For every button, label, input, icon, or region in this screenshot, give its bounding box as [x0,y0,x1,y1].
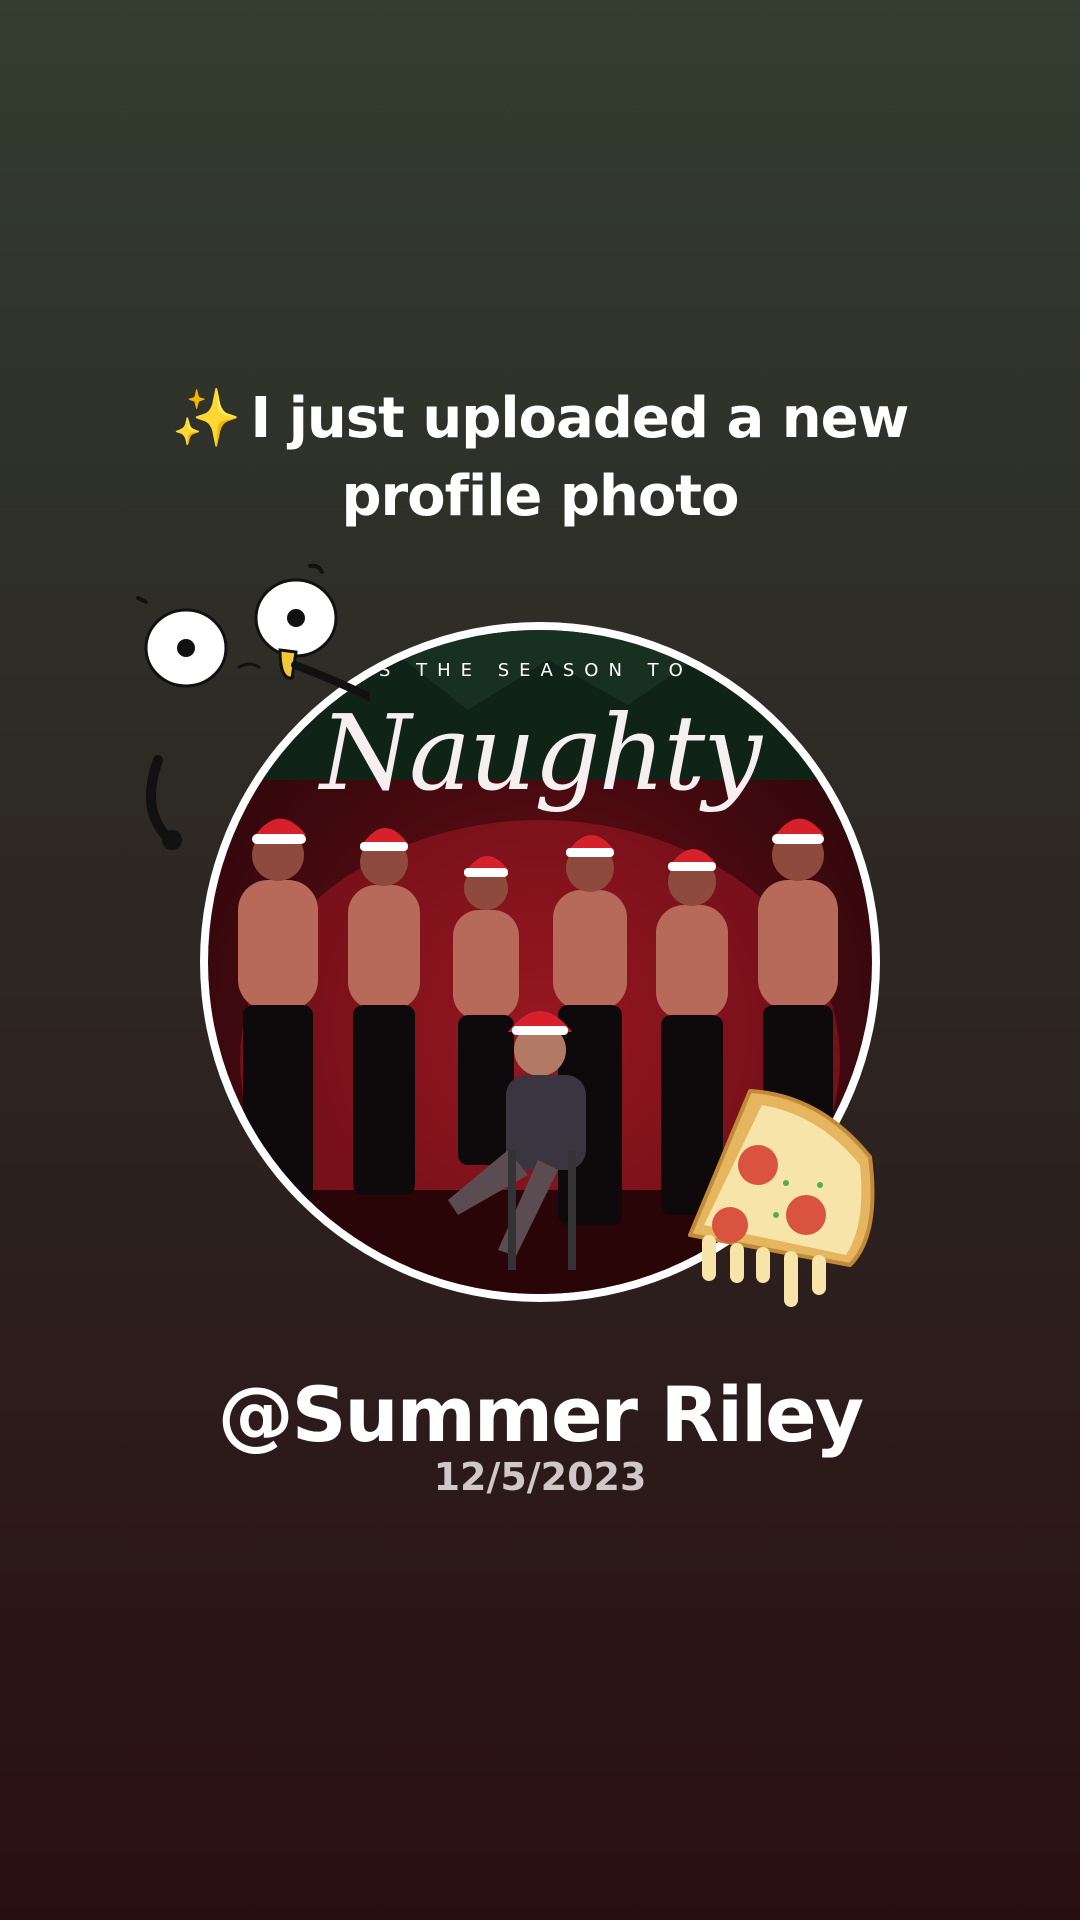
headline-text: I just uploaded a new profile photo [250,386,909,529]
pizza-slice-sticker [688,1089,875,1307]
googly-eyes-sticker [136,563,370,850]
sparkle-icon: ✨ [171,386,242,451]
post-date: 12/5/2023 [433,1455,647,1499]
username[interactable]: @Summer Riley [0,1370,1080,1460]
headline: ✨ I just uploaded a new profile photo [90,380,990,536]
